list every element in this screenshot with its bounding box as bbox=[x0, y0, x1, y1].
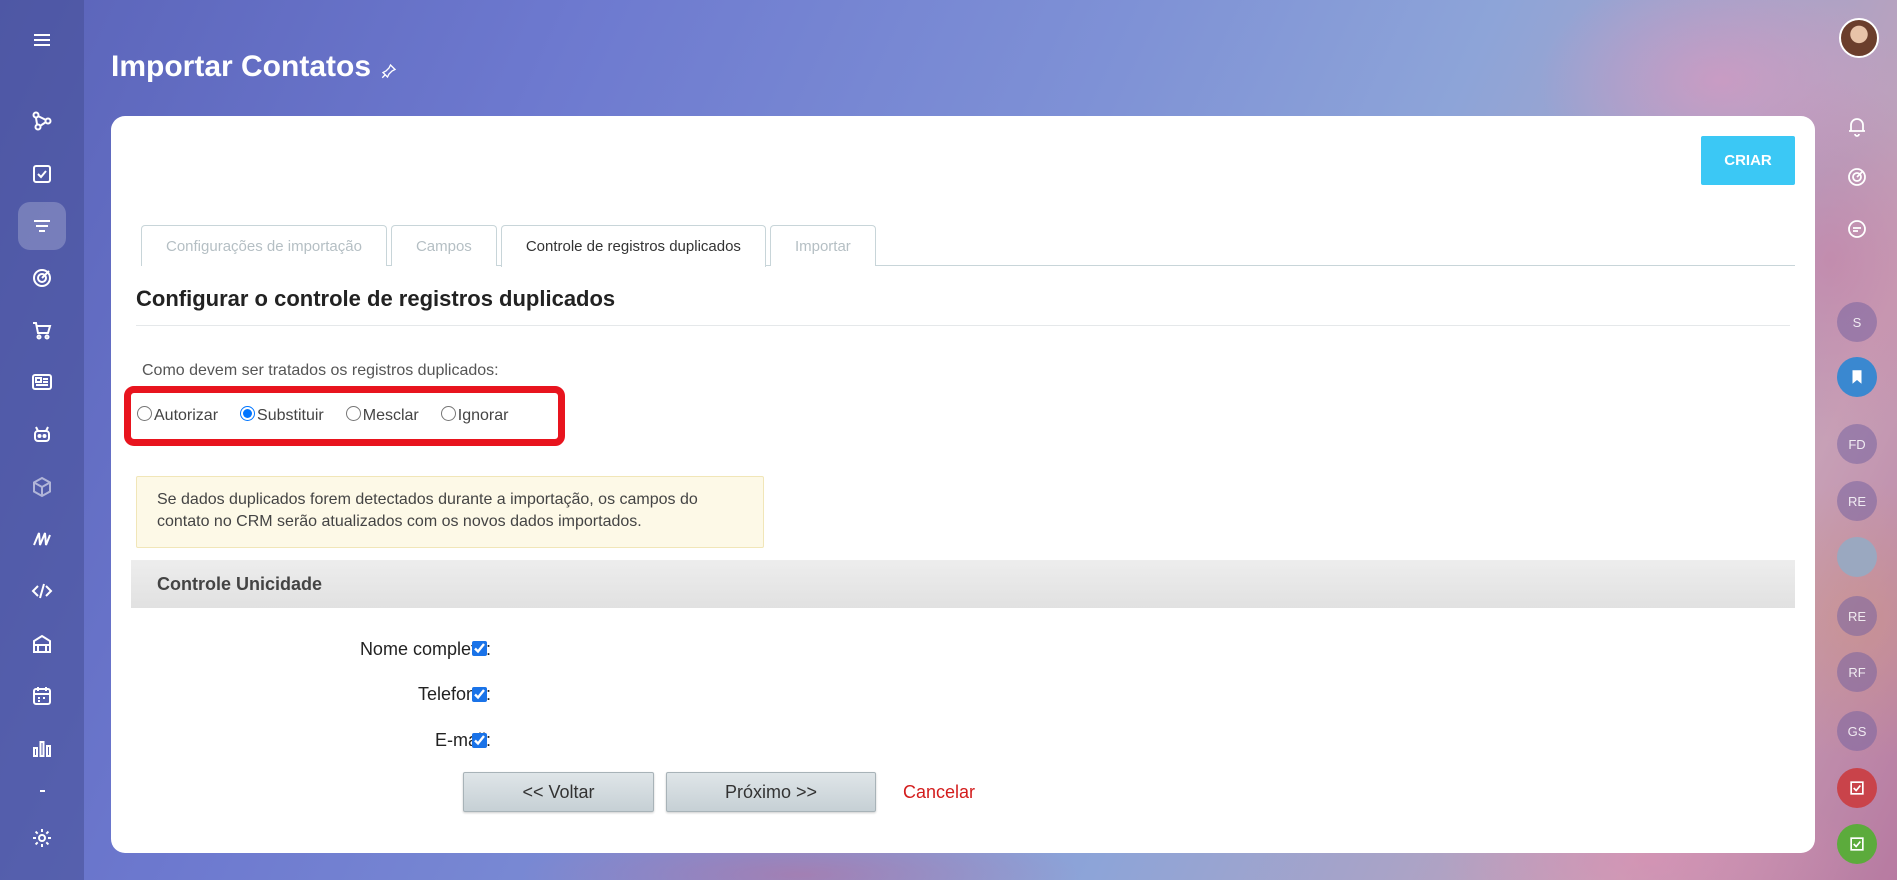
checklist-icon[interactable] bbox=[1837, 768, 1877, 808]
next-button[interactable]: Próximo >> bbox=[666, 772, 876, 812]
bookmark-icon[interactable] bbox=[1837, 357, 1877, 397]
cart-icon[interactable] bbox=[18, 306, 66, 354]
contact-avatar[interactable]: GS bbox=[1837, 711, 1877, 751]
section-title: Configurar o controle de registros dupli… bbox=[136, 286, 616, 311]
menu-icon[interactable] bbox=[18, 16, 66, 64]
code-icon[interactable] bbox=[18, 567, 66, 615]
robot-icon[interactable] bbox=[18, 410, 66, 458]
create-button[interactable]: CRIAR bbox=[1701, 136, 1795, 185]
bell-icon[interactable] bbox=[1837, 106, 1877, 146]
radio-ignore[interactable] bbox=[440, 405, 456, 421]
tab-duplicate-control[interactable]: Controle de registros duplicados bbox=[500, 225, 766, 267]
cancel-link[interactable]: Cancelar bbox=[903, 782, 975, 803]
right-rail: S FD RE RE RF GS bbox=[1817, 0, 1897, 880]
news-icon[interactable] bbox=[18, 358, 66, 406]
settings-icon[interactable] bbox=[18, 814, 66, 862]
box-icon[interactable] bbox=[18, 463, 66, 511]
uniqueness-header: Controle Unicidade bbox=[131, 560, 1795, 608]
radio-replace[interactable] bbox=[240, 405, 256, 421]
option-label: Mesclar bbox=[362, 407, 419, 424]
notice-box: Se dados duplicados forem detectados dur… bbox=[136, 476, 764, 548]
duplicate-question: Como devem ser tratados os registros dup… bbox=[142, 362, 499, 379]
done-icon[interactable] bbox=[1837, 824, 1877, 864]
contact-avatar[interactable]: RE bbox=[1837, 481, 1877, 521]
crm-icon[interactable] bbox=[18, 97, 66, 145]
chat-icon[interactable] bbox=[1837, 209, 1877, 249]
contact-avatar[interactable]: FD bbox=[1837, 424, 1877, 464]
import-card: CRIAR Configurações de importação Campos… bbox=[111, 116, 1815, 853]
option-replace[interactable]: Substituir bbox=[240, 405, 324, 425]
contact-avatar[interactable]: RF bbox=[1837, 652, 1877, 692]
option-label: Ignorar bbox=[457, 407, 509, 424]
tab-import[interactable]: Importar bbox=[769, 225, 876, 266]
field-email-label: E-mail: bbox=[434, 729, 491, 750]
left-sidebar bbox=[0, 0, 84, 880]
option-authorize[interactable]: Autorizar bbox=[137, 405, 219, 425]
calendar-icon[interactable] bbox=[18, 672, 66, 720]
option-label: Substituir bbox=[257, 407, 324, 424]
phone-checkbox[interactable] bbox=[472, 687, 487, 702]
field-phone-label: Telefone: bbox=[417, 683, 491, 704]
page-title: Importar Contatos bbox=[111, 50, 372, 83]
pin-icon[interactable] bbox=[380, 62, 398, 80]
signature-icon[interactable] bbox=[18, 515, 66, 563]
tab-import-settings[interactable]: Configurações de importação bbox=[141, 225, 387, 266]
radio-authorize[interactable] bbox=[137, 405, 152, 421]
target-rail-icon[interactable] bbox=[1837, 157, 1877, 197]
back-button[interactable]: << Voltar bbox=[463, 772, 654, 812]
radio-merge[interactable] bbox=[345, 405, 361, 421]
nav-separator bbox=[40, 790, 45, 792]
contact-avatar[interactable]: RE bbox=[1837, 596, 1877, 636]
import-tabs: Configurações de importação Campos Contr… bbox=[141, 225, 1795, 267]
tab-fields[interactable]: Campos bbox=[390, 225, 497, 266]
option-ignore[interactable]: Ignorar bbox=[440, 405, 509, 425]
contact-avatar[interactable]: S bbox=[1837, 302, 1877, 342]
email-checkbox[interactable] bbox=[472, 733, 487, 748]
target-icon[interactable] bbox=[18, 254, 66, 302]
option-label: Autorizar bbox=[154, 407, 219, 424]
divider bbox=[136, 325, 1790, 326]
duplicate-options: Autorizar Substituir Mesclar Ignorar bbox=[124, 386, 565, 446]
funnel-icon[interactable] bbox=[18, 202, 66, 250]
option-merge[interactable]: Mesclar bbox=[345, 405, 419, 425]
store-icon[interactable] bbox=[18, 620, 66, 668]
cat-avatar[interactable] bbox=[1837, 537, 1877, 577]
tasks-icon[interactable] bbox=[18, 150, 66, 198]
analytics-icon[interactable] bbox=[18, 724, 66, 772]
full-name-checkbox[interactable] bbox=[472, 641, 487, 656]
field-full-name-label: Nome completo: bbox=[359, 638, 491, 659]
